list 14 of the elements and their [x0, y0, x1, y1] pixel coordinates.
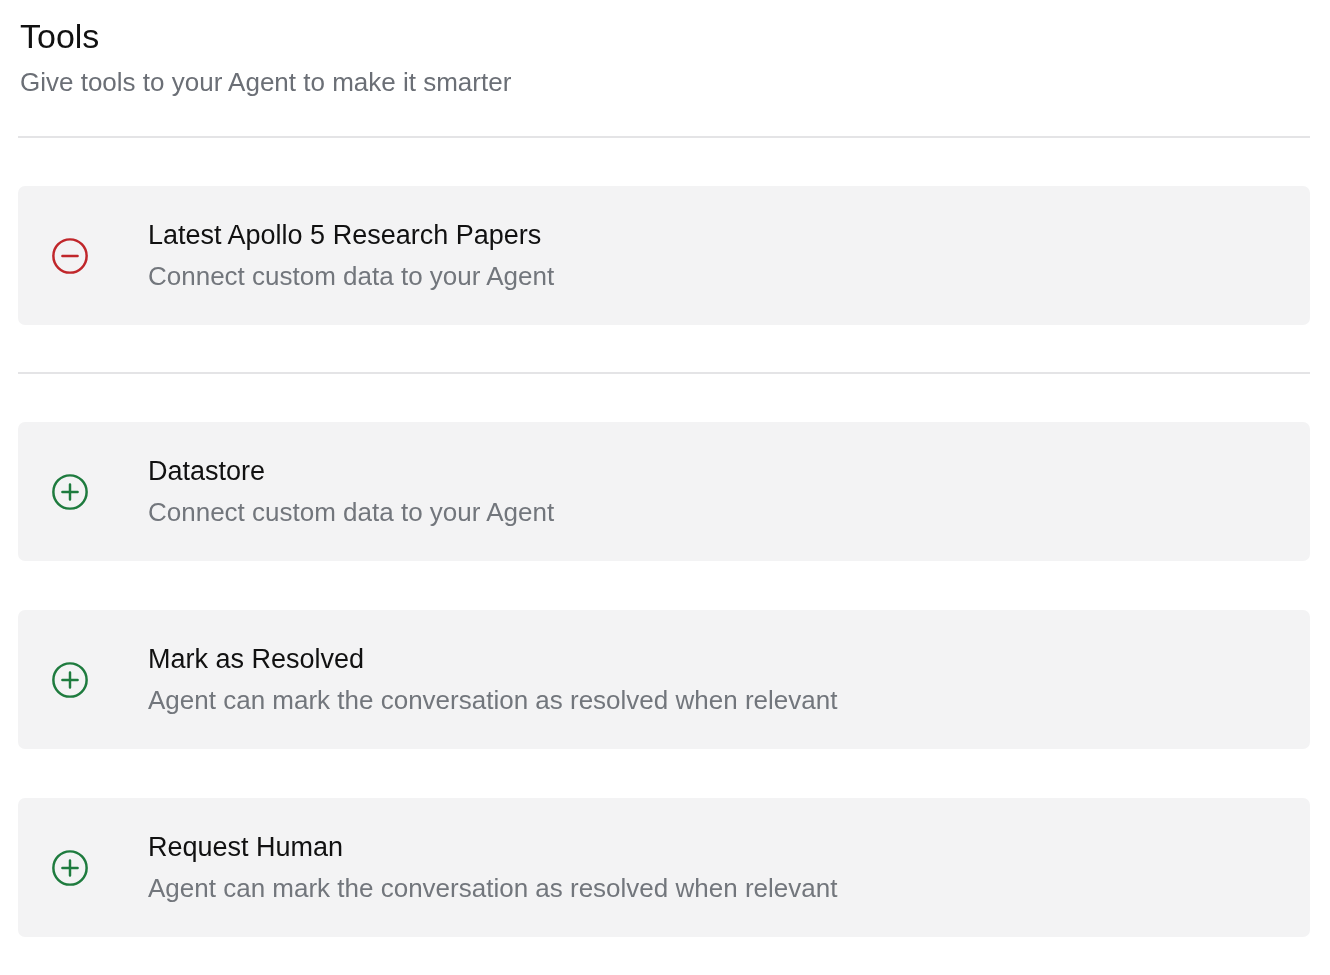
- tool-description: Connect custom data to your Agent: [148, 495, 555, 529]
- tool-name: Datastore: [148, 454, 267, 488]
- tool-description: Connect custom data to your Agent: [148, 259, 555, 293]
- add-icon[interactable]: [51, 472, 89, 511]
- page-title: Tools: [20, 16, 101, 57]
- tool-description: Agent can mark the conversation as resolved when relevant: [148, 871, 838, 905]
- tool-name: Latest Apollo 5 Research Papers: [148, 218, 543, 252]
- add-icon[interactable]: [51, 660, 89, 699]
- tool-description: Agent can mark the conversation as resolved when relevant: [148, 683, 838, 717]
- tool-name: Mark as Resolved: [148, 642, 366, 676]
- tool-name: Request Human: [148, 830, 345, 864]
- add-icon[interactable]: [51, 848, 89, 887]
- remove-icon[interactable]: [51, 236, 89, 275]
- page-subtitle: Give tools to your Agent to make it smarter: [20, 66, 513, 99]
